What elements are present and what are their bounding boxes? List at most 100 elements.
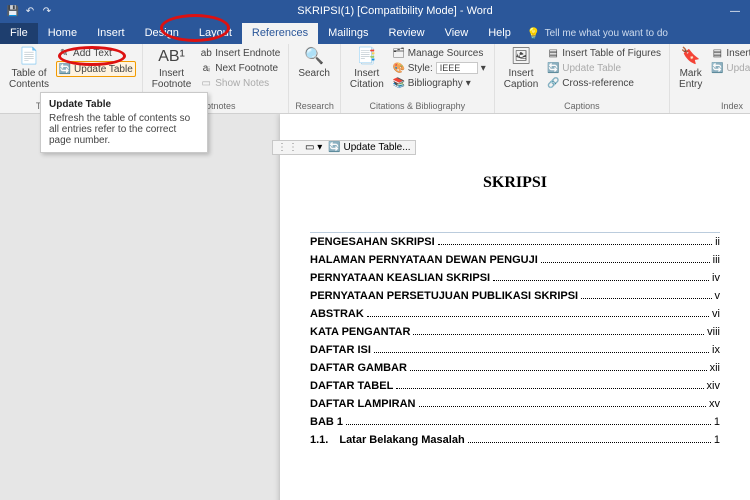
- insert-tof-button[interactable]: ▤Insert Table of Figures: [545, 46, 663, 60]
- bibliography-button[interactable]: 📚Bibliography ▾: [391, 76, 488, 90]
- group-research: 🔍 Search Research: [289, 44, 341, 113]
- tell-me[interactable]: 💡 Tell me what you want to do: [527, 27, 668, 44]
- toc-row[interactable]: KATA PENGANTARviii: [310, 323, 720, 341]
- tab-home[interactable]: Home: [38, 23, 87, 44]
- citation-icon: 📑: [358, 48, 376, 66]
- bib-icon: 📚: [393, 77, 405, 89]
- tab-review[interactable]: Review: [379, 23, 435, 44]
- redo-icon[interactable]: ↷: [40, 4, 54, 18]
- next-footnote-button[interactable]: aᵢNext Footnote: [198, 61, 282, 75]
- table-of-contents-field[interactable]: PENGESAHAN SKRIPSIiiHALAMAN PERNYATAAN D…: [310, 232, 720, 449]
- toc-page-number: xii: [710, 362, 720, 374]
- style-select[interactable]: 🎨Style: IEEE▾: [391, 61, 488, 75]
- toc-entry-title: ABSTRAK: [310, 308, 364, 320]
- toc-dropdown-icon[interactable]: ▭ ▾: [305, 142, 322, 153]
- tab-insert[interactable]: Insert: [87, 23, 135, 44]
- toc-entry-title: BAB 1: [310, 416, 343, 428]
- add-text-button[interactable]: ✎Add Text: [56, 46, 136, 60]
- insert-caption-button[interactable]: 🖼 Insert Caption: [501, 46, 541, 92]
- manage-sources-button[interactable]: 🗂Manage Sources: [391, 46, 488, 60]
- toc-leader-dots: [374, 352, 709, 353]
- minimize-button[interactable]: —: [730, 6, 740, 17]
- tab-layout[interactable]: Layout: [189, 23, 242, 44]
- search-button[interactable]: 🔍 Search: [295, 46, 333, 81]
- insert-footnote-button[interactable]: AB¹ Insert Footnote: [149, 46, 194, 92]
- table-of-contents-button[interactable]: 📄 Table of Contents: [6, 46, 52, 92]
- toc-page-number: 1: [714, 416, 720, 428]
- quick-access-toolbar: 💾 ↶ ↷: [0, 4, 60, 18]
- group-title: Research: [295, 101, 334, 113]
- tab-view[interactable]: View: [435, 23, 479, 44]
- undo-icon[interactable]: ↶: [23, 4, 37, 18]
- window-controls: —: [730, 6, 750, 17]
- toc-row[interactable]: DAFTAR TABEL xiv: [310, 377, 720, 395]
- toc-row[interactable]: DAFTAR ISIix: [310, 341, 720, 359]
- toc-leader-dots: [410, 370, 707, 371]
- tooltip-title: Update Table: [49, 99, 199, 110]
- drag-handle-icon[interactable]: ⋮⋮: [277, 142, 299, 153]
- toc-entry-title: HALAMAN PERNYATAAN DEWAN PENGUJI: [310, 254, 538, 266]
- ribbon-tabs: File Home Insert Design Layout Reference…: [0, 22, 750, 44]
- toc-leader-dots: [396, 388, 703, 389]
- toc-row[interactable]: DAFTAR LAMPIRAN xv: [310, 395, 720, 413]
- group-title: Index: [676, 101, 750, 113]
- toc-entry-title: KATA PENGANTAR: [310, 326, 410, 338]
- update-icon: 🔄: [59, 63, 71, 75]
- update-index-button[interactable]: 🔄Update Index: [709, 61, 750, 75]
- title-bar: 💾 ↶ ↷ SKRIPSI(1) [Compatibility Mode] - …: [0, 0, 750, 22]
- cross-reference-button[interactable]: 🔗Cross-reference: [545, 76, 663, 90]
- toc-leader-dots: [493, 280, 709, 281]
- window-title: SKRIPSI(1) [Compatibility Mode] - Word: [60, 5, 730, 17]
- toc-control-tab[interactable]: ⋮⋮ ▭ ▾ 🔄 Update Table...: [272, 140, 416, 155]
- toc-label: Table of Contents: [9, 68, 49, 90]
- chevron-down-icon: ▾: [481, 63, 486, 74]
- update-tof-button[interactable]: 🔄Update Table: [545, 61, 663, 75]
- insert-citation-label: Insert Citation: [350, 68, 384, 90]
- style-value[interactable]: IEEE: [436, 62, 478, 74]
- caption-icon: 🖼: [512, 48, 530, 66]
- toc-page-number: v: [715, 290, 721, 302]
- save-icon[interactable]: 💾: [6, 4, 20, 18]
- toc-row[interactable]: PENGESAHAN SKRIPSIii: [310, 233, 720, 251]
- insert-index-button[interactable]: ▤Insert Index: [709, 46, 750, 60]
- toc-page-number: xv: [709, 398, 720, 410]
- toc-update-button[interactable]: 🔄 Update Table...: [328, 142, 410, 153]
- tab-help[interactable]: Help: [478, 23, 521, 44]
- tof-icon: ▤: [547, 47, 559, 59]
- toc-leader-dots: [367, 316, 709, 317]
- insert-citation-button[interactable]: 📑 Insert Citation: [347, 46, 387, 92]
- endnote-icon: ab: [200, 47, 212, 59]
- toc-row[interactable]: PERNYATAAN KEASLIAN SKRIPSIiv: [310, 269, 720, 287]
- mark-entry-button[interactable]: 🔖 Mark Entry: [676, 46, 705, 92]
- tab-mailings[interactable]: Mailings: [318, 23, 378, 44]
- toc-entry-title: DAFTAR LAMPIRAN: [310, 398, 416, 410]
- toc-page-number: xiv: [707, 380, 720, 392]
- toc-entry-title: 1.1. Latar Belakang Masalah: [310, 434, 465, 446]
- next-icon: aᵢ: [200, 62, 212, 74]
- crossref-icon: 🔗: [547, 77, 559, 89]
- tab-references[interactable]: References: [242, 23, 318, 44]
- toc-row[interactable]: BAB 1 1: [310, 413, 720, 431]
- update-table-button[interactable]: 🔄Update Table: [56, 61, 136, 77]
- toc-row[interactable]: DAFTAR GAMBARxii: [310, 359, 720, 377]
- style-icon: 🎨: [393, 62, 405, 74]
- search-label: Search: [298, 68, 330, 79]
- mark-entry-label: Mark Entry: [679, 68, 702, 90]
- document-heading: SKRIPSI: [310, 174, 720, 192]
- toc-row[interactable]: ABSTRAKvi: [310, 305, 720, 323]
- toc-entry-title: DAFTAR TABEL: [310, 380, 393, 392]
- toc-leader-dots: [419, 406, 706, 407]
- toc-entry-title: PENGESAHAN SKRIPSI: [310, 236, 435, 248]
- toc-leader-dots: [581, 298, 711, 299]
- mark-entry-icon: 🔖: [682, 48, 700, 66]
- show-notes-button[interactable]: ▭Show Notes: [198, 76, 282, 90]
- toc-row[interactable]: HALAMAN PERNYATAAN DEWAN PENGUJI iii: [310, 251, 720, 269]
- insert-endnote-button[interactable]: abInsert Endnote: [198, 46, 282, 60]
- tab-design[interactable]: Design: [135, 23, 189, 44]
- toc-page-number: iii: [713, 254, 720, 266]
- toc-row[interactable]: PERNYATAAN PERSETUJUAN PUBLIKASI SKRIPSI…: [310, 287, 720, 305]
- tab-file[interactable]: File: [0, 23, 38, 44]
- toc-leader-dots: [468, 442, 711, 443]
- toc-row[interactable]: 1.1. Latar Belakang Masalah1: [310, 431, 720, 449]
- toc-page-number: ix: [712, 344, 720, 356]
